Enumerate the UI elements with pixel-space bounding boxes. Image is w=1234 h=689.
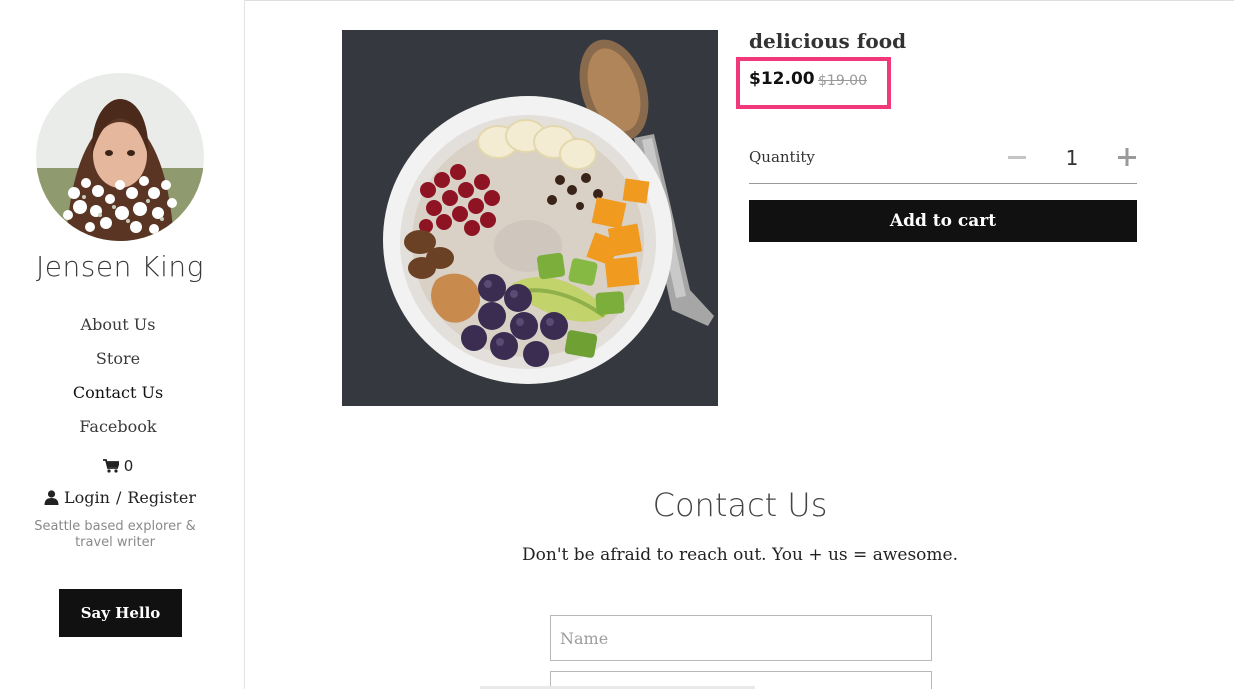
cart-count: 0 [123, 457, 134, 475]
original-price: $19.00 [818, 73, 867, 89]
tagline: Seattle based explorer & travel writer [34, 519, 196, 550]
quantity-value[interactable]: 1 [1056, 146, 1088, 170]
food-bowl-image [342, 30, 718, 406]
product-image [342, 30, 718, 406]
sidebar: Jensen King About Us Store Contact Us Fa… [0, 0, 245, 689]
add-to-cart-button[interactable]: Add to cart [749, 200, 1137, 242]
nav-item-facebook[interactable]: Facebook [0, 417, 236, 436]
avatar-image [36, 73, 204, 241]
avatar [36, 73, 204, 241]
user-icon [44, 490, 59, 505]
plus-icon [1118, 148, 1136, 166]
cart-icon [102, 459, 120, 473]
nav-item-store[interactable]: Store [0, 349, 236, 368]
quantity-decrease-button[interactable] [1006, 146, 1028, 168]
contact-subtitle: Don't be afraid to reach out. You + us =… [522, 545, 958, 565]
contact-title: Contact Us [652, 486, 828, 524]
nav-item-contact-us[interactable]: Contact Us [0, 383, 236, 402]
name-field[interactable] [550, 615, 932, 661]
quantity-divider [749, 183, 1137, 184]
register-link[interactable]: Register [127, 488, 196, 507]
site-brand[interactable]: Jensen King [0, 250, 240, 283]
sale-price: $12.00 [749, 69, 815, 89]
product-title: delicious food [749, 29, 907, 53]
nav-item-about-us[interactable]: About Us [0, 315, 236, 334]
minus-icon [1008, 156, 1026, 159]
login-register: Login / Register [0, 488, 240, 507]
quantity-label: Quantity [749, 148, 815, 166]
say-hello-button[interactable]: Say Hello [59, 589, 182, 637]
cart-link[interactable]: 0 [0, 457, 236, 475]
login-link[interactable]: Login [64, 488, 110, 507]
login-separator: / [115, 488, 122, 507]
quantity-increase-button[interactable] [1116, 146, 1138, 168]
